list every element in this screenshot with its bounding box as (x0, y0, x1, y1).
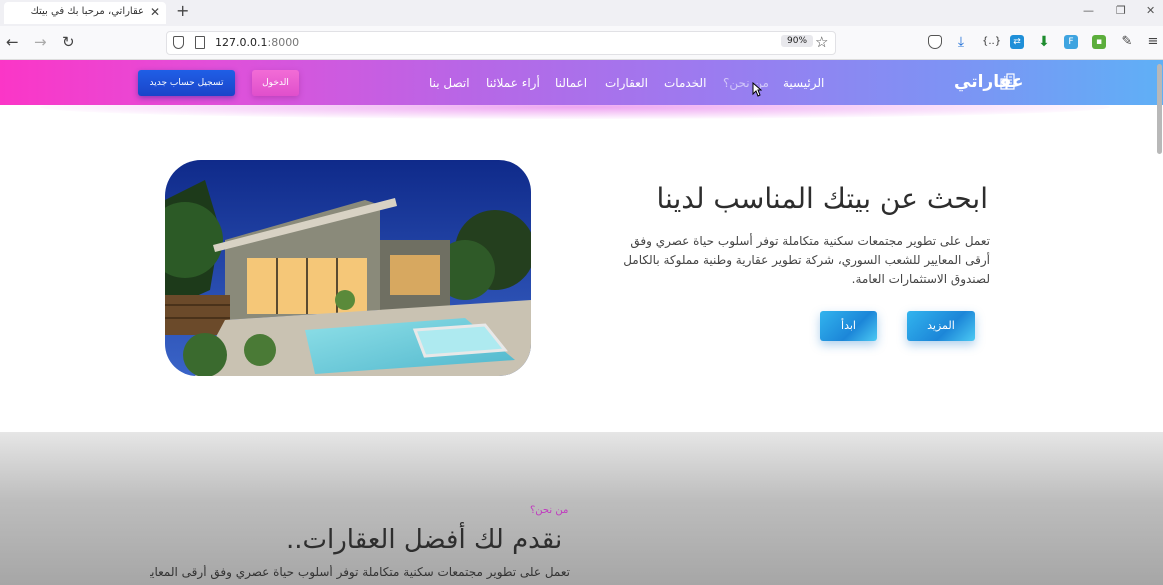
hero-description: تعمل على تطوير مجتمعات سكنية متكاملة توف… (623, 234, 990, 286)
login-button[interactable]: الدخول (252, 70, 299, 96)
url-port: :8000 (267, 36, 300, 49)
building-logo-icon (1000, 73, 1015, 90)
window-close-icon[interactable]: ✕ (1146, 4, 1155, 17)
forward-arrow-icon[interactable]: → (34, 33, 47, 51)
fi-extension-icon[interactable]: F (1064, 35, 1078, 49)
nav-contact[interactable]: اتصل بنا (429, 76, 470, 90)
about-label: من نحن؟ (530, 505, 569, 516)
browser-tab[interactable]: عقاراتي، مرحبا بك في بيتك ✕ (4, 2, 166, 24)
restore-icon[interactable]: ❐ (1116, 4, 1126, 17)
start-button[interactable]: ابدأ (820, 311, 877, 341)
url-host: 127.0.0.1 (215, 36, 268, 49)
reload-icon[interactable]: ↻ (62, 33, 75, 51)
nav-home[interactable]: الرئيسية (783, 76, 824, 90)
about-description: تعمل على تطوير مجتمعات سكنية متكاملة توف… (150, 565, 570, 579)
nav-services[interactable]: الخدمات (664, 76, 706, 90)
close-icon[interactable]: ✕ (150, 5, 160, 19)
zoom-level[interactable]: 90% (781, 35, 814, 47)
hero-title: ابحث عن بيتك المناسب لدينا (656, 182, 989, 215)
minimize-icon[interactable]: — (1083, 4, 1094, 17)
green-download-extension-icon[interactable]: ⬇ (1037, 35, 1051, 49)
hero-house-image (165, 160, 531, 376)
menu-icon[interactable]: ≡ (1146, 35, 1160, 49)
bookmark-star-icon[interactable]: ☆ (815, 33, 828, 51)
new-tab-icon[interactable]: + (176, 1, 189, 20)
about-section: من نحن؟ نقدم لك أفضل العقارات.. تعمل على… (0, 432, 1163, 585)
download-icon[interactable]: ⤓ (954, 35, 968, 49)
nav-works[interactable]: اعمالنا (555, 76, 587, 90)
mouse-cursor-icon (752, 82, 762, 97)
translate-extension-icon[interactable]: ⇄ (1010, 35, 1024, 49)
tab-title: عقاراتي، مرحبا بك في بيتك (30, 6, 144, 17)
eyedropper-icon[interactable]: ✎ (1120, 35, 1134, 49)
register-button[interactable]: تسجيل حساب جديد (138, 70, 235, 96)
back-arrow-icon[interactable]: ← (6, 33, 19, 51)
about-title: نقدم لك أفضل العقارات.. (286, 525, 563, 555)
json-extension-icon[interactable]: {..} (982, 35, 1001, 49)
modern-house-illustration (165, 160, 531, 376)
shield-icon[interactable] (173, 36, 184, 49)
browser-toolbar: ← → ↻ 127.0.0.1:8000 90% ☆ ⤓ {..} ⇄ ⬇ F … (0, 26, 1163, 60)
more-button[interactable]: المزيد (907, 311, 975, 341)
page-icon (195, 36, 205, 49)
browser-tab-bar: عقاراتي، مرحبا بك في بيتك ✕ + — ❐ ✕ (0, 0, 1163, 26)
pocket-icon[interactable] (928, 35, 942, 49)
nav-properties[interactable]: العقارات (605, 76, 648, 90)
url-bar[interactable]: 127.0.0.1:8000 90% ☆ (166, 31, 836, 55)
page-scrollbar[interactable] (1157, 64, 1162, 154)
green-square-extension-icon[interactable]: ▪ (1092, 35, 1106, 49)
nav-reviews[interactable]: أراء عملائنا (486, 76, 540, 90)
url-text[interactable]: 127.0.0.1:8000 (215, 36, 299, 49)
nav-about[interactable]: من نحن؟ (723, 76, 769, 90)
